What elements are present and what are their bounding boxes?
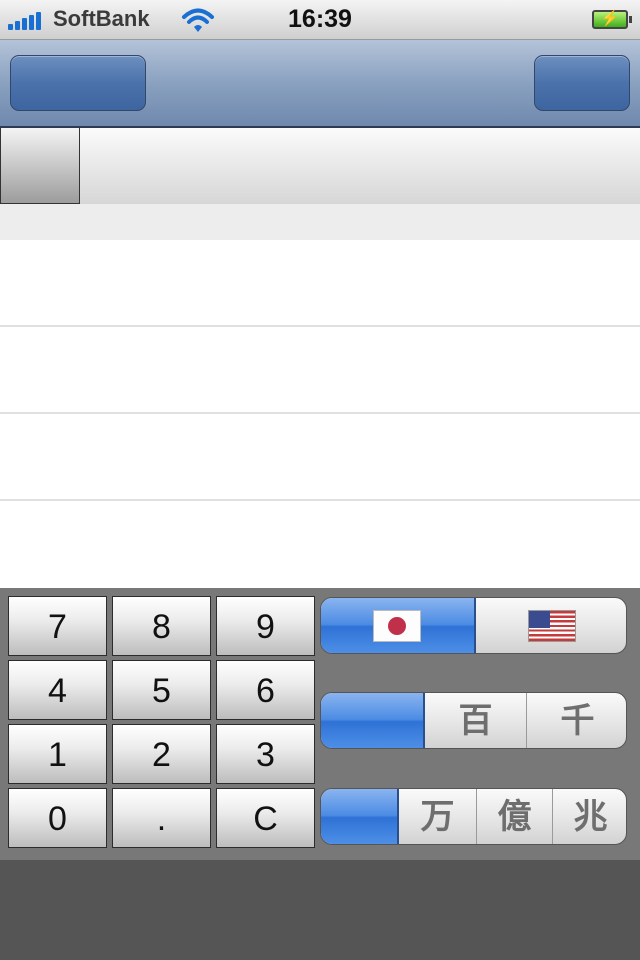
- list-row[interactable]: [0, 501, 640, 588]
- key-clear[interactable]: C: [216, 788, 315, 848]
- key-0[interactable]: 0: [8, 788, 107, 848]
- key-6[interactable]: 6: [216, 660, 315, 720]
- segment-unit-sen[interactable]: 千: [526, 693, 626, 748]
- display-selector-cell[interactable]: [0, 128, 80, 204]
- segment-unit-none[interactable]: [321, 789, 399, 844]
- result-display: [0, 128, 640, 204]
- battery-charging-icon: ⚡: [592, 10, 632, 29]
- segment-usd[interactable]: [476, 598, 626, 653]
- segment-unit-oku[interactable]: 億: [476, 789, 552, 844]
- key-decimal[interactable]: .: [112, 788, 211, 848]
- nav-right-button[interactable]: [534, 55, 630, 111]
- key-9[interactable]: 9: [216, 596, 315, 656]
- list-section-header: [0, 204, 640, 240]
- key-7[interactable]: 7: [8, 596, 107, 656]
- keypad-panel: 7 8 9 4 5 6 1 2 3 0 . C 百 千 万 億 兆: [0, 588, 640, 860]
- clock: 16:39: [288, 5, 352, 33]
- navigation-bar: [0, 40, 640, 128]
- status-bar: SoftBank 16:39 ⚡: [0, 0, 640, 40]
- key-2[interactable]: 2: [112, 724, 211, 784]
- list-row[interactable]: [0, 240, 640, 327]
- segment-unit-man[interactable]: 万: [399, 789, 476, 844]
- japan-flag-icon: [373, 610, 421, 642]
- charging-bolt: ⚡: [600, 10, 620, 27]
- segment-unit-cho[interactable]: 兆: [552, 789, 626, 844]
- unit-segmented-control-large: 万 億 兆: [320, 788, 627, 845]
- segment-unit-one[interactable]: [321, 693, 425, 748]
- currency-segmented-control: [320, 597, 627, 654]
- segment-unit-hyaku[interactable]: 百: [425, 693, 526, 748]
- key-1[interactable]: 1: [8, 724, 107, 784]
- nav-left-button[interactable]: [10, 55, 146, 111]
- segment-jpy[interactable]: [321, 598, 476, 653]
- unit-segmented-control-hundreds: 百 千: [320, 692, 627, 749]
- key-8[interactable]: 8: [112, 596, 211, 656]
- list-row[interactable]: [0, 327, 640, 414]
- key-4[interactable]: 4: [8, 660, 107, 720]
- list-row[interactable]: [0, 414, 640, 501]
- result-list: [0, 240, 640, 588]
- key-3[interactable]: 3: [216, 724, 315, 784]
- us-flag-icon: [528, 610, 576, 642]
- key-5[interactable]: 5: [112, 660, 211, 720]
